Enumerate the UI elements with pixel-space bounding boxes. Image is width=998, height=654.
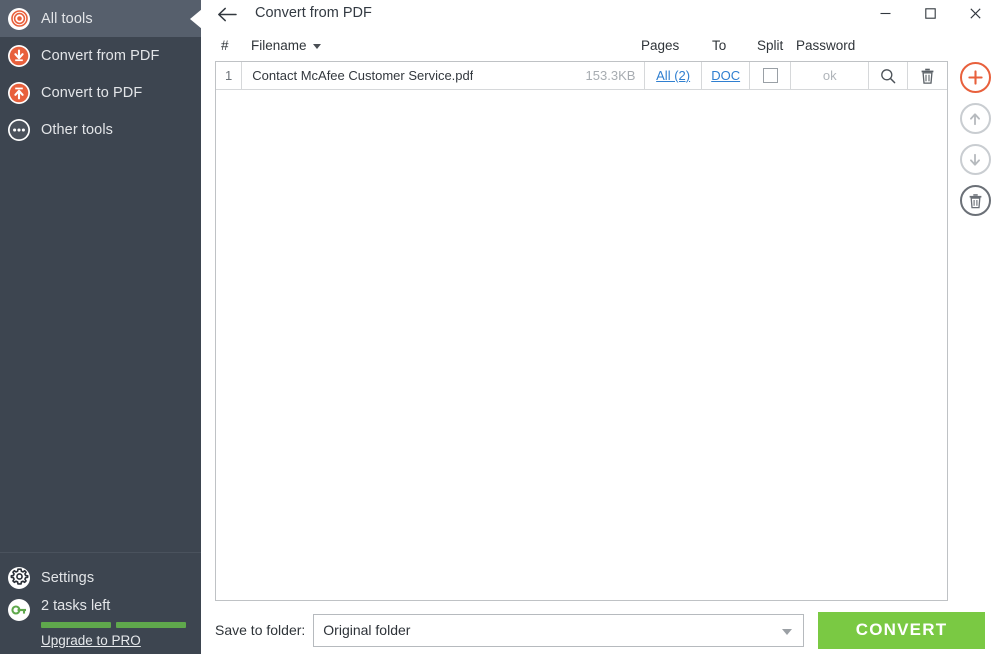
row-number: 1 xyxy=(216,62,243,89)
save-folder-select[interactable]: Original folder xyxy=(313,613,805,647)
save-to-folder-label: Save to folder: xyxy=(215,622,306,638)
save-folder-value: Original folder xyxy=(323,622,411,638)
arrow-up-circle-icon xyxy=(8,81,30,104)
row-filename-cell: Contact McAfee Customer Service.pdf 153.… xyxy=(242,62,646,89)
tasks-progress-bar xyxy=(41,622,186,628)
tasks-left-label: 2 tasks left xyxy=(41,598,111,614)
progress-segment xyxy=(41,622,111,628)
file-list-panel: 1 Contact McAfee Customer Service.pdf 15… xyxy=(215,61,948,601)
gear-icon xyxy=(8,566,30,589)
sidebar-item-convert-to-pdf[interactable]: Convert to PDF xyxy=(0,74,201,111)
sidebar-item-label: Settings xyxy=(41,569,95,586)
row-pages-cell: All (2) xyxy=(645,62,702,89)
pages-link[interactable]: All (2) xyxy=(656,68,690,83)
maximize-button[interactable] xyxy=(908,0,953,26)
progress-segment xyxy=(116,622,186,628)
upgrade-to-pro-link[interactable]: Upgrade to PRO xyxy=(41,633,186,648)
application-window: All tools Convert from PDF Convert to PD… xyxy=(0,0,998,654)
add-files-button[interactable] xyxy=(959,62,991,93)
sidebar-item-label: Other tools xyxy=(41,121,114,138)
minimize-button[interactable] xyxy=(863,0,908,26)
column-header-pages: Pages xyxy=(641,38,680,53)
arrow-down-circle-icon xyxy=(8,44,30,67)
main-content: Convert from PDF # Filename Pages To Spl… xyxy=(201,0,998,654)
convert-button[interactable]: CONVERT xyxy=(818,611,985,649)
sidebar-item-all-tools[interactable]: All tools xyxy=(0,0,202,37)
title-bar: Convert from PDF xyxy=(201,0,998,28)
table-column-headers: # Filename Pages To Split Password xyxy=(215,38,950,59)
right-toolbar xyxy=(952,62,998,216)
sidebar-divider xyxy=(0,552,201,553)
output-format-link[interactable]: DOC xyxy=(711,68,740,83)
sidebar-footer: Settings 2 tasks left Upgrade to PRO xyxy=(0,552,201,654)
sidebar-item-other-tools[interactable]: Other tools xyxy=(0,111,201,148)
sidebar-nav: All tools Convert from PDF Convert to PD… xyxy=(0,0,202,148)
preview-button[interactable] xyxy=(869,62,909,89)
footer-bar: Save to folder: Original folder CONVERT xyxy=(215,610,985,650)
column-header-split: Split xyxy=(757,38,784,53)
column-header-filename-label: Filename xyxy=(251,38,307,53)
sidebar-item-settings[interactable]: Settings xyxy=(0,559,201,596)
clear-list-button[interactable] xyxy=(959,185,991,216)
sidebar-item-label: Convert to PDF xyxy=(41,84,143,101)
sort-descending-icon xyxy=(312,44,321,49)
column-header-to: To xyxy=(712,38,727,53)
sidebar-item-convert-from-pdf[interactable]: Convert from PDF xyxy=(0,37,201,74)
table-row[interactable]: 1 Contact McAfee Customer Service.pdf 15… xyxy=(216,62,947,90)
row-delete-button[interactable] xyxy=(908,62,947,89)
tasks-left-block[interactable]: 2 tasks left Upgrade to PRO xyxy=(0,596,201,648)
sidebar-item-label: Convert from PDF xyxy=(41,47,160,64)
row-filesize: 153.3KB xyxy=(585,68,636,83)
column-header-filename[interactable]: Filename xyxy=(251,38,321,53)
sidebar-item-label: All tools xyxy=(41,10,93,27)
chevron-down-icon xyxy=(782,628,793,635)
column-header-number: # xyxy=(221,38,229,53)
move-up-button[interactable] xyxy=(959,103,991,134)
row-password-status: ok xyxy=(791,62,870,89)
sidebar: All tools Convert from PDF Convert to PD… xyxy=(0,0,202,654)
close-button[interactable] xyxy=(953,0,998,26)
back-arrow-icon[interactable] xyxy=(214,2,240,26)
spiral-target-icon xyxy=(8,7,30,30)
key-icon xyxy=(8,599,30,621)
column-header-password: Password xyxy=(796,38,856,53)
move-down-button[interactable] xyxy=(959,144,991,175)
ellipsis-icon xyxy=(8,118,30,141)
split-checkbox[interactable] xyxy=(762,68,778,83)
row-to-cell: DOC xyxy=(702,62,751,89)
window-controls xyxy=(863,0,998,26)
row-filename: Contact McAfee Customer Service.pdf xyxy=(252,68,474,83)
page-title: Convert from PDF xyxy=(255,5,372,21)
row-split-cell xyxy=(750,62,792,89)
